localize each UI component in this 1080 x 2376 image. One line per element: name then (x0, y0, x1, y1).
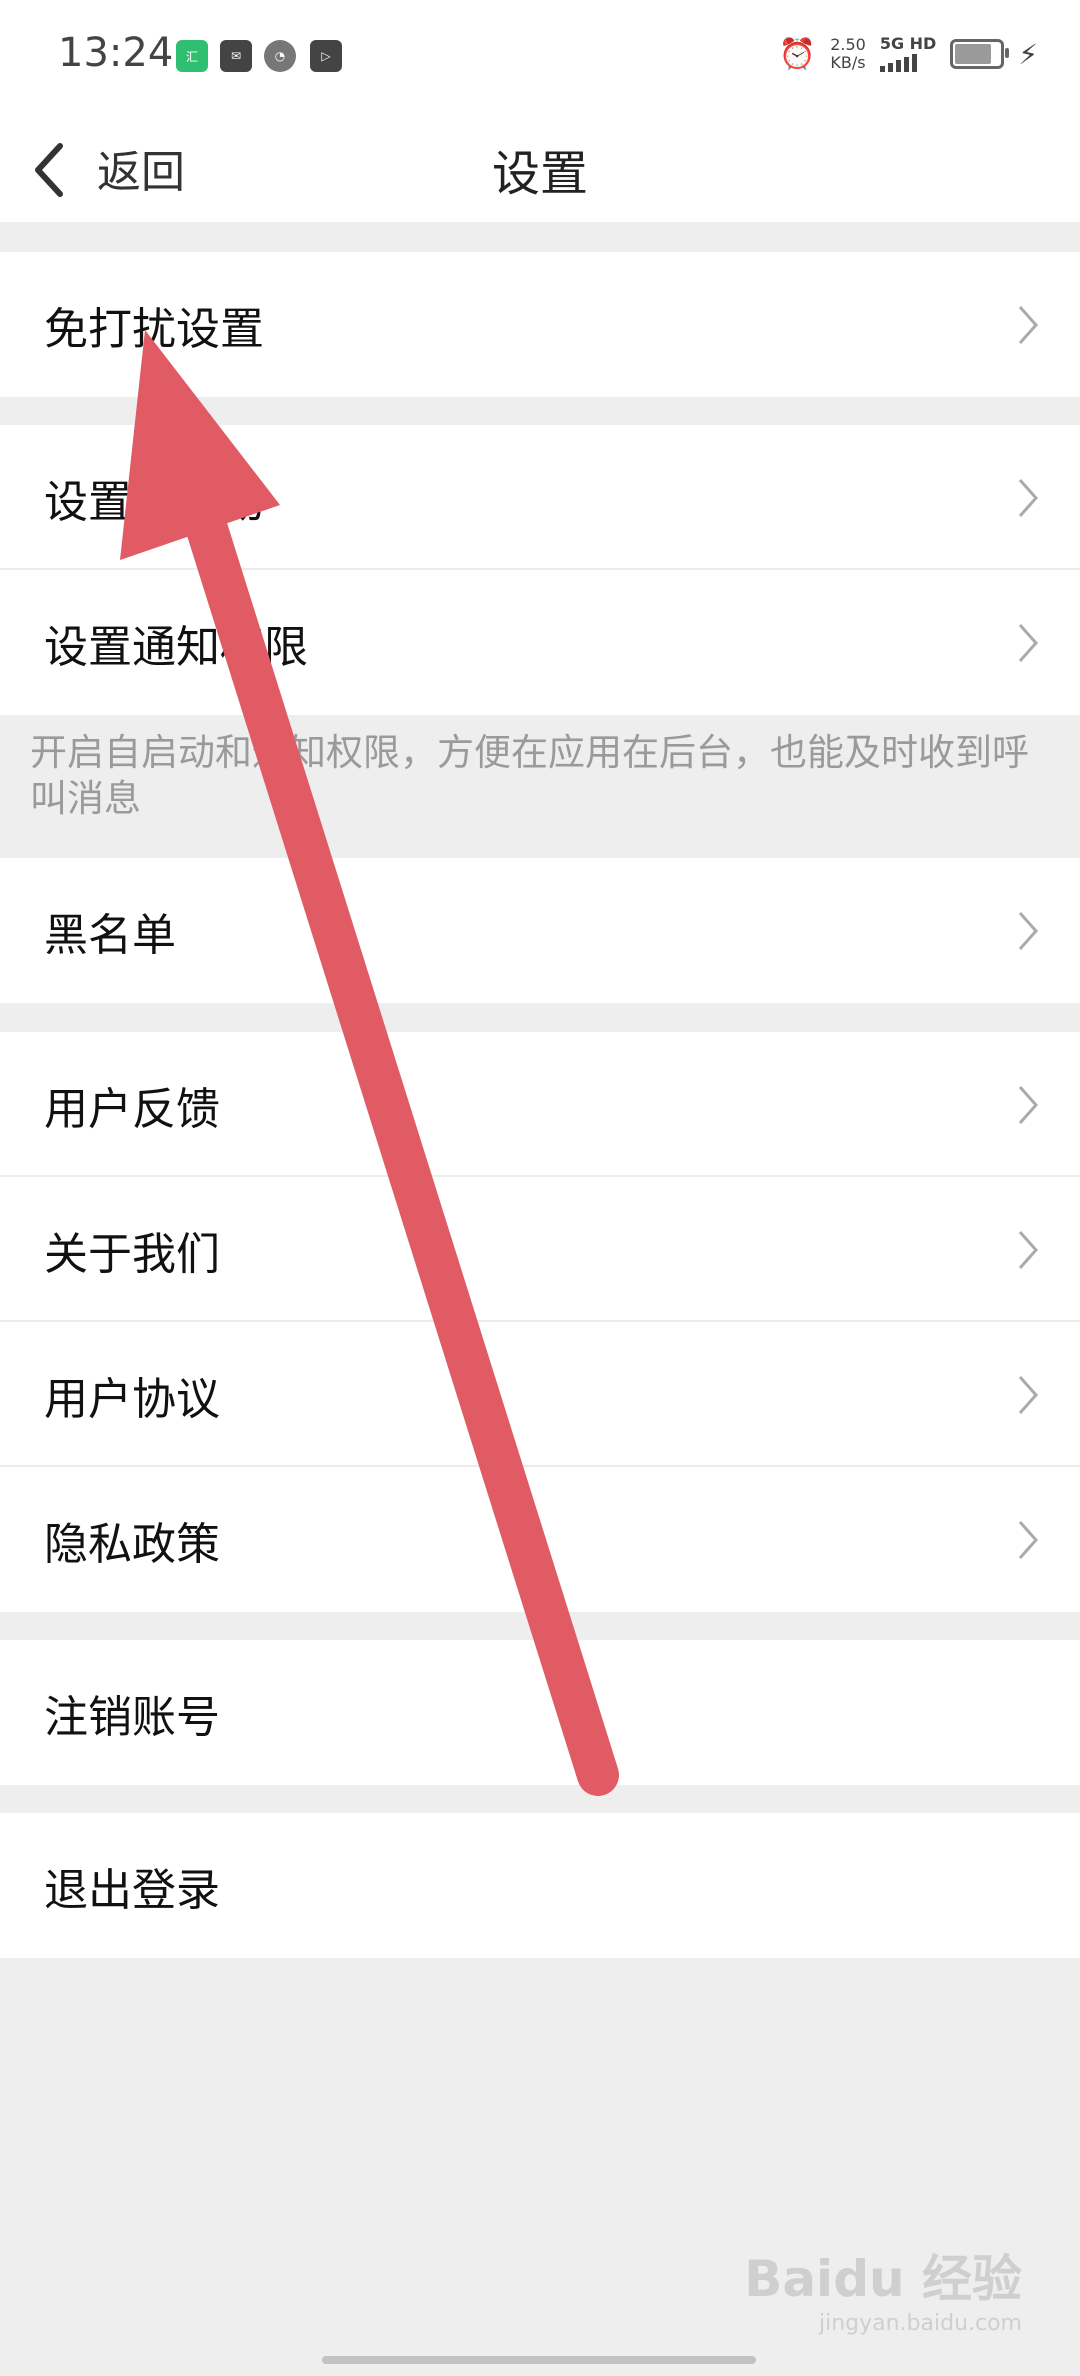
page-title: 设置 (491, 146, 588, 202)
speed-value: 2.50 (830, 35, 866, 54)
status-right: ⏰ 2.50 KB/s 5G HD ⚡ (779, 36, 1038, 72)
row-label: 设置自启动 (44, 476, 264, 528)
chevron-right-icon (1018, 623, 1039, 662)
row-label: 关于我们 (44, 1228, 220, 1280)
network-speed: 2.50 KB/s (830, 36, 866, 72)
row-about-us[interactable]: 关于我们 (0, 1177, 1080, 1322)
chevron-right-icon (1018, 1375, 1039, 1414)
signal-icon (879, 54, 937, 72)
row-label: 退出登录 (44, 1864, 220, 1916)
battery-icon (950, 39, 1010, 69)
status-bar: 13:24 汇 ✉ ◔ ▷ ⏰ 2.50 KB/s 5G HD ⚡ (0, 0, 1080, 110)
charging-icon: ⚡ (1018, 37, 1038, 71)
chevron-right-icon (1018, 478, 1039, 517)
alarm-icon: ⏰ (778, 36, 817, 72)
row-user-agreement[interactable]: 用户协议 (0, 1322, 1080, 1467)
speed-unit: KB/s (830, 53, 866, 72)
row-label: 用户协议 (44, 1373, 220, 1425)
home-indicator[interactable] (322, 2356, 756, 2364)
row-label: 黑名单 (44, 909, 176, 961)
chevron-right-icon (1018, 1085, 1039, 1124)
permission-hint: 开启自启动和通知权限，方便在应用在后台，也能及时收到呼叫消息 (30, 731, 1029, 820)
row-notification-permission[interactable]: 设置通知权限 (0, 570, 1080, 715)
row-logout[interactable]: 退出登录 (0, 1813, 1080, 1958)
row-auto-start[interactable]: 设置自启动 (0, 425, 1080, 570)
row-label: 免打扰设置 (44, 303, 264, 355)
row-do-not-disturb[interactable]: 免打扰设置 (0, 252, 1080, 397)
row-feedback[interactable]: 用户反馈 (0, 1032, 1080, 1177)
row-label: 注销账号 (44, 1691, 220, 1743)
row-privacy-policy[interactable]: 隐私政策 (0, 1467, 1080, 1612)
watermark-brand: Baidu 经验 (744, 2250, 1022, 2308)
row-blacklist[interactable]: 黑名单 (0, 858, 1080, 1003)
signal-block: 5G HD (879, 34, 937, 72)
mail-app-icon: ✉ (220, 40, 252, 72)
chevron-right-icon (1018, 305, 1039, 344)
chevron-right-icon (1018, 911, 1039, 950)
row-label: 隐私政策 (44, 1518, 220, 1570)
row-delete-account[interactable]: 注销账号 (0, 1640, 1080, 1785)
video-app-icon: ▷ (310, 40, 342, 72)
chevron-right-icon (1018, 1230, 1039, 1269)
baidu-watermark: Baidu 经验 jingyan.baidu.com (744, 2239, 1022, 2336)
nav-bar: 返回 设置 (0, 110, 1080, 222)
row-label: 用户反馈 (44, 1083, 220, 1135)
status-time: 13:24 (58, 30, 174, 76)
watermark-url: jingyan.baidu.com (818, 2311, 1022, 2336)
row-label: 设置通知权限 (44, 621, 308, 673)
network-type: 5G HD (879, 34, 937, 53)
chevron-right-icon (1018, 1520, 1039, 1559)
browser-app-icon: ◔ (264, 40, 296, 72)
huitao-app-icon: 汇 (176, 40, 208, 72)
